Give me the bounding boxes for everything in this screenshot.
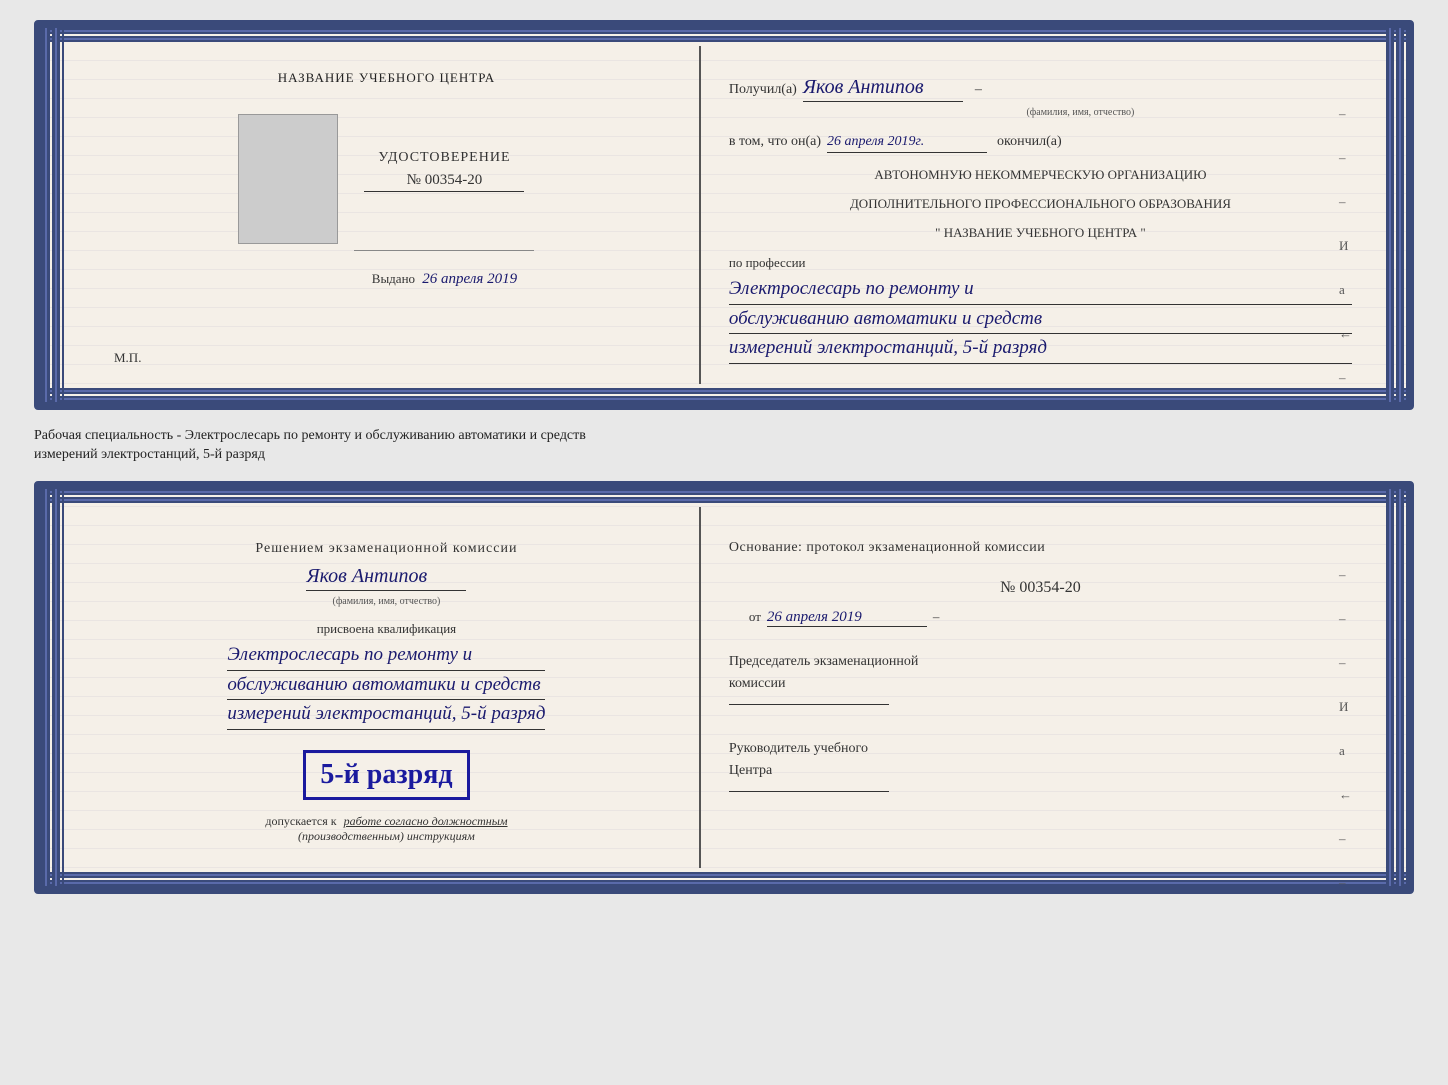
recipient-label: (фамилия, имя, отчество) (1026, 107, 1134, 118)
left-decoration-bar (42, 28, 64, 402)
in-that-prefix: в том, что он(а) (729, 134, 821, 150)
qual-line2: обслуживанию автоматики и средств (227, 671, 545, 701)
org-line1: АВТОНОМНУЮ НЕКОММЕРЧЕСКУЮ ОРГАНИЗАЦИЮ (729, 165, 1352, 186)
director-block: Руководитель учебного Центра (729, 738, 1352, 801)
right-side-marks: – – – И а ← – – – (1339, 106, 1352, 410)
top-decoration-bar-2 (42, 489, 1406, 503)
profession-line3: измерений электростанций, 5-й разряд (729, 334, 1352, 364)
basis-block: Основание: протокол экзаменационной коми… (729, 537, 1352, 801)
school-name-left: НАЗВАНИЕ УЧЕБНОГО ЦЕНТРА (278, 70, 495, 86)
basis-label: Основание: протокол экзаменационной коми… (729, 537, 1352, 559)
lower-recipient-name: Яков Антипов (306, 565, 466, 591)
cert-number: № 00354-20 (364, 172, 524, 192)
received-row: Получил(а) Яков Антипов – (729, 76, 1352, 102)
finished-label: окончил(а) (997, 134, 1062, 150)
allowed-row: допускается к работе согласно должностны… (265, 814, 507, 829)
allowed-text: работе согласно должностным (344, 814, 508, 828)
mp-label: М.П. (114, 350, 141, 366)
bottom-decoration-bar-2 (42, 872, 1406, 886)
director-label2: Центра (729, 760, 1352, 782)
cert-info-block: УДОСТОВЕРЕНИЕ № 00354-20 Выдано 26 апрел… (354, 114, 534, 288)
profession-line2: обслуживанию автоматики и средств (729, 305, 1352, 335)
specialty-label: Рабочая специальность - Электрослесарь п… (34, 426, 1414, 465)
assigned-label: присвоена квалификация (317, 621, 456, 637)
cert-label: УДОСТОВЕРЕНИЕ (378, 150, 510, 166)
left-content-row: УДОСТОВЕРЕНИЕ № 00354-20 Выдано 26 апрел… (238, 114, 534, 288)
qual-line1: Электрослесарь по ремонту и (227, 641, 545, 671)
grade-box: 5-й разряд (303, 750, 469, 800)
qual-block: Электрослесарь по ремонту и обслуживанию… (227, 641, 545, 730)
top-decoration-bar (42, 28, 1406, 42)
completion-date: 26 апреля 2019г. (827, 134, 987, 153)
lower-card-right-panel: – – – И а ← – – – Основание: протокол эк… (701, 507, 1380, 868)
qual-line3: измерений электростанций, 5-й разряд (227, 700, 545, 730)
issued-line: Выдано 26 апреля 2019 (372, 271, 517, 288)
profession-line1: Электрослесарь по ремонту и (729, 275, 1352, 305)
allowed-text2: (производственным) инструкциям (298, 829, 475, 843)
date-row: от 26 апреля 2019 – (729, 609, 1352, 627)
date-prefix: от (749, 609, 761, 625)
lower-date: 26 апреля 2019 (767, 609, 927, 627)
recipient-name: Яков Антипов (803, 76, 963, 102)
lower-card-left-panel: Решением экзаменационной комиссии Яков А… (74, 507, 701, 868)
org-name: " НАЗВАНИЕ УЧЕБНОГО ЦЕНТРА " (729, 223, 1352, 244)
lower-name-label: (фамилия, имя, отчество) (332, 596, 440, 607)
grade-box-container: 5-й разряд (303, 742, 469, 808)
grade-text: 5-й разряд (320, 759, 452, 790)
chairman-label2: комиссии (729, 673, 1352, 695)
profession-label: по профессии (729, 255, 1352, 271)
profession-block: по профессии Электрослесарь по ремонту и… (729, 255, 1352, 364)
in-that-row: в том, что он(а) 26 апреля 2019г. окончи… (729, 134, 1352, 153)
issued-date: 26 апреля 2019 (422, 271, 517, 287)
decision-line: Решением экзаменационной комиссии (255, 541, 517, 557)
chairman-label: Председатель экзаменационной (729, 651, 1352, 673)
lower-document-card: Решением экзаменационной комиссии Яков А… (34, 481, 1414, 894)
protocol-number: № 00354-20 (1000, 579, 1081, 596)
director-label: Руководитель учебного (729, 738, 1352, 760)
recipient-label-row: (фамилия, имя, отчество) (809, 102, 1352, 120)
right-side-marks-2: – – – И а ← – – – (1339, 567, 1352, 894)
org-line2: ДОПОЛНИТЕЛЬНОГО ПРОФЕССИОНАЛЬНОГО ОБРАЗО… (729, 194, 1352, 215)
upper-document-card: НАЗВАНИЕ УЧЕБНОГО ЦЕНТРА УДОСТОВЕРЕНИЕ №… (34, 20, 1414, 410)
photo-placeholder (238, 114, 338, 244)
received-prefix: Получил(а) (729, 82, 797, 98)
issued-label: Выдано (372, 271, 415, 286)
lower-name-label-row: (фамилия, имя, отчество) (332, 591, 440, 609)
chairman-block: Председатель экзаменационной комиссии (729, 651, 1352, 714)
chairman-sign-line (729, 704, 889, 705)
allowed-prefix: допускается к (265, 814, 336, 828)
upper-card-left-panel: НАЗВАНИЕ УЧЕБНОГО ЦЕНТРА УДОСТОВЕРЕНИЕ №… (74, 46, 701, 384)
bottom-decoration-bar (42, 388, 1406, 402)
right-decoration-bar (1384, 28, 1406, 402)
allowed-row2: (производственным) инструкциям (298, 829, 475, 844)
protocol-number-row: № 00354-20 (729, 575, 1352, 601)
left-decoration-bar-2 (42, 489, 64, 886)
name-row-lower: Яков Антипов (306, 565, 466, 591)
right-decoration-bar-2 (1384, 489, 1406, 886)
org-block: АВТОНОМНУЮ НЕКОММЕРЧЕСКУЮ ОРГАНИЗАЦИЮ ДО… (729, 165, 1352, 243)
upper-card-right-panel: Получил(а) Яков Антипов – (фамилия, имя,… (701, 46, 1380, 384)
director-sign-line (729, 791, 889, 792)
